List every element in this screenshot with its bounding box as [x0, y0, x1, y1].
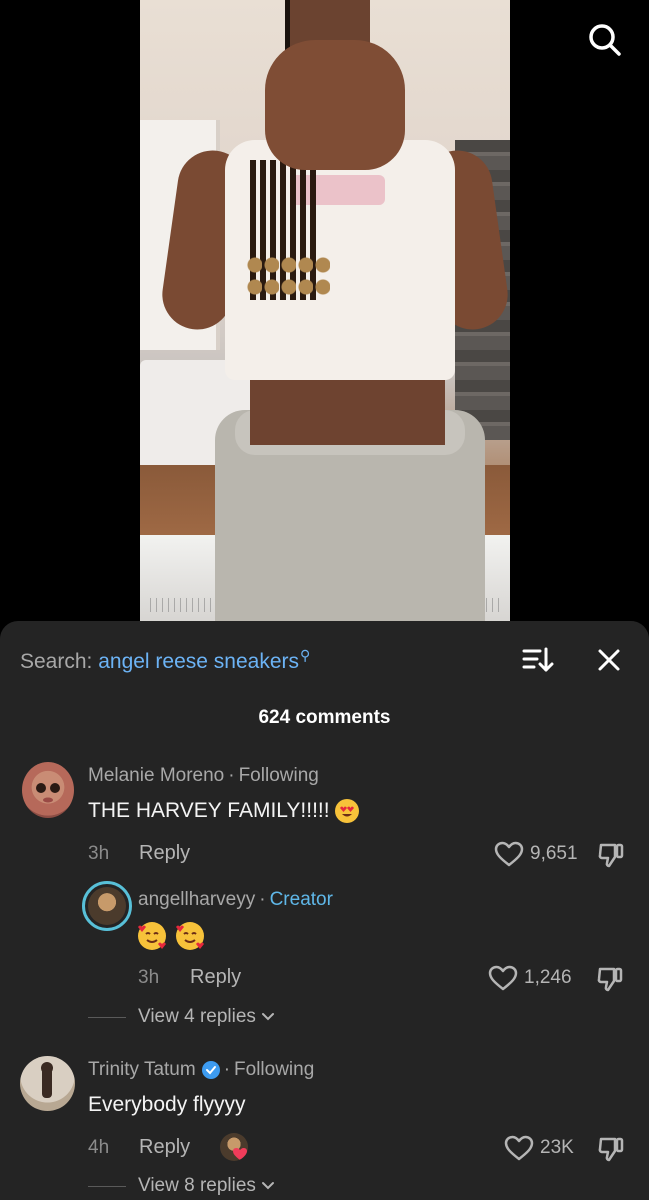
comments-search-row: Search: angel reese sneakers⚲ — [0, 621, 649, 699]
following-label: Following — [234, 1059, 315, 1080]
thumbs-down-icon — [598, 843, 624, 868]
creator-avatar[interactable] — [82, 881, 132, 931]
video-area[interactable] — [0, 0, 649, 625]
thumbs-down-icon — [598, 1137, 624, 1162]
reply-button[interactable]: Reply — [139, 1136, 190, 1159]
dislike-button[interactable] — [597, 1135, 625, 1163]
comment-count: 624 comments — [258, 707, 391, 728]
chevron-down-icon — [261, 1013, 274, 1021]
person-hands — [265, 40, 405, 170]
like-count: 23K — [540, 1137, 574, 1158]
creator-liked-avatar — [220, 1133, 248, 1161]
comment-time: 4h — [88, 1137, 110, 1158]
separator-dot: · — [223, 1059, 231, 1080]
avatar[interactable] — [22, 762, 74, 818]
reply-text — [138, 922, 204, 950]
close-comments-button[interactable] — [592, 643, 626, 677]
view-replies-label: View 4 replies — [138, 1006, 256, 1027]
divider-line — [88, 1016, 126, 1018]
comment-author-name[interactable]: Trinity Tatum — [88, 1059, 196, 1080]
close-icon — [598, 649, 620, 671]
dislike-button[interactable] — [596, 965, 624, 993]
sort-button[interactable] — [520, 645, 554, 675]
avatar[interactable] — [20, 1056, 75, 1111]
search-small-icon: ⚲ — [300, 647, 311, 663]
following-label: Following — [238, 765, 319, 786]
search-query-link[interactable]: angel reese sneakers — [98, 650, 299, 673]
heart-icon — [504, 1135, 534, 1161]
like-count: 1,246 — [524, 967, 572, 988]
person-midriff — [250, 375, 445, 445]
like-count: 9,651 — [530, 843, 578, 864]
comment-author-name[interactable]: Melanie Moreno — [88, 765, 224, 786]
search-button[interactable] — [585, 20, 625, 60]
reply-author-line: angellharveyy · Creator — [138, 889, 333, 911]
person-hair-beads — [245, 255, 330, 300]
dislike-button[interactable] — [597, 841, 625, 869]
heart-icon — [488, 965, 518, 991]
sort-icon — [522, 647, 554, 672]
like-button[interactable]: 23K — [504, 1135, 574, 1161]
comment-time: 3h — [88, 843, 110, 864]
thumbs-down-icon — [597, 967, 623, 992]
divider-line — [88, 1185, 126, 1187]
creator-badge: Creator — [269, 889, 333, 910]
person-photo-icon — [41, 1062, 53, 1098]
heart-icon — [233, 1148, 247, 1160]
separator-dot: · — [228, 765, 235, 786]
comment-author-line: Trinity Tatum · Following — [88, 1059, 314, 1081]
reply-button[interactable]: Reply — [139, 842, 190, 865]
search-icon — [589, 24, 621, 56]
reply-author-name[interactable]: angellharveyy — [138, 889, 255, 910]
smiling-face-with-hearts-emoji — [175, 922, 204, 950]
doll-face-icon — [36, 783, 60, 803]
chevron-down-icon — [261, 1182, 274, 1190]
like-button[interactable]: 9,651 — [494, 841, 578, 867]
comments-panel: Search: angel reese sneakers⚲ 624 commen… — [0, 621, 649, 1200]
video-frame[interactable] — [140, 0, 510, 625]
separator-dot: · — [259, 889, 266, 910]
reply-button[interactable]: Reply — [190, 966, 241, 989]
heart-eyes-emoji — [335, 799, 360, 824]
creator-avatar-photo — [88, 887, 126, 925]
comments-search-label[interactable]: Search: angel reese sneakers⚲ — [20, 647, 310, 674]
reply-time: 3h — [138, 967, 160, 988]
comment-text: Everybody flyyyy — [88, 1093, 246, 1116]
search-prefix: Search: — [20, 650, 93, 673]
smiling-face-with-hearts-emoji — [138, 922, 166, 950]
comment-author-line: Melanie Moreno · Following — [88, 765, 319, 787]
like-button[interactable]: 1,246 — [488, 965, 572, 991]
view-replies-button[interactable]: View 4 replies — [88, 1006, 276, 1028]
heart-icon — [494, 841, 524, 867]
verified-badge-icon — [201, 1060, 220, 1079]
comment-text-content: THE HARVEY FAMILY!!!!! — [88, 799, 330, 822]
comment-text: THE HARVEY FAMILY!!!!! — [88, 799, 360, 824]
view-replies-label: View 8 replies — [138, 1175, 256, 1196]
view-replies-button[interactable]: View 8 replies — [88, 1175, 276, 1197]
